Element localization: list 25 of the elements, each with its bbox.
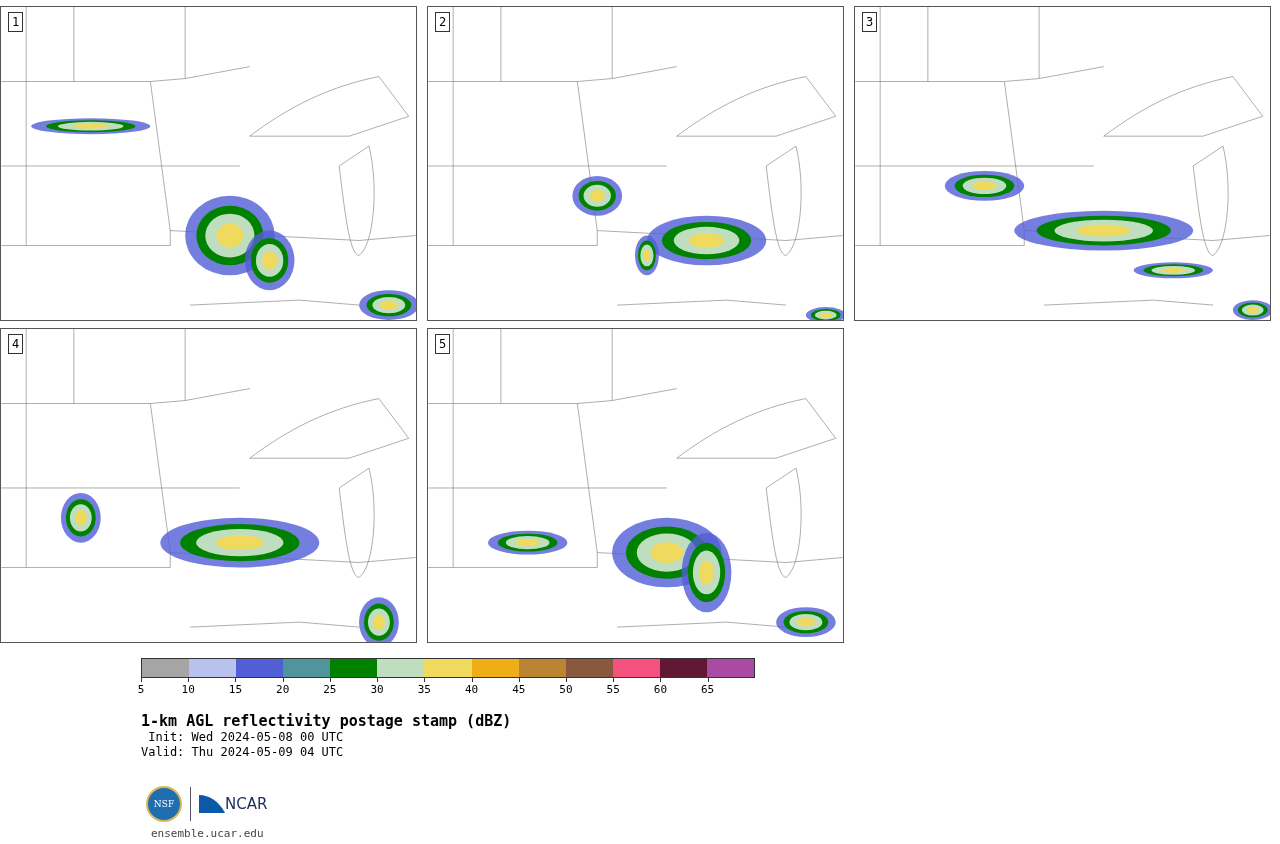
colorbar-tick-label: 5 (137, 683, 145, 696)
colorbar-tick-label: 35 (417, 683, 431, 696)
nsf-logo: NSF (146, 786, 182, 822)
init-time: Init: Wed 2024-05-08 00 UTC (147, 730, 345, 745)
panel-number: 3 (862, 12, 878, 32)
website-link[interactable]: ensemble.ucar.edu (141, 827, 264, 840)
panel-number: 5 (435, 334, 451, 354)
chart-title: 1-km AGL reflectivity postage stamp (dBZ) (141, 712, 513, 730)
colorbar-tick-label: 40 (464, 683, 479, 696)
panel-number: 2 (435, 12, 451, 32)
ncar-logo: NCAR (225, 795, 268, 813)
colorbar-tick-label: 65 (701, 683, 715, 696)
colorbar-tick-label: 60 (653, 683, 668, 696)
valid-time: Valid: Thu 2024-05-09 04 UTC (141, 745, 345, 760)
colorbar-tick-label: 25 (323, 683, 337, 696)
swoosh-icon (199, 795, 225, 813)
panel-number: 4 (8, 334, 24, 354)
colorbar-tick-label: 30 (370, 683, 384, 696)
colorbar-tick-label: 55 (606, 683, 620, 696)
colorbar-tick-label: 10 (181, 683, 195, 696)
colorbar-tick-label: 45 (512, 683, 526, 696)
colorbar-tick-label: 20 (276, 683, 290, 696)
colorbar-tick-label: 15 (228, 683, 243, 696)
colorbar-tick-label: 50 (559, 683, 573, 696)
panel-number: 1 (8, 12, 24, 32)
